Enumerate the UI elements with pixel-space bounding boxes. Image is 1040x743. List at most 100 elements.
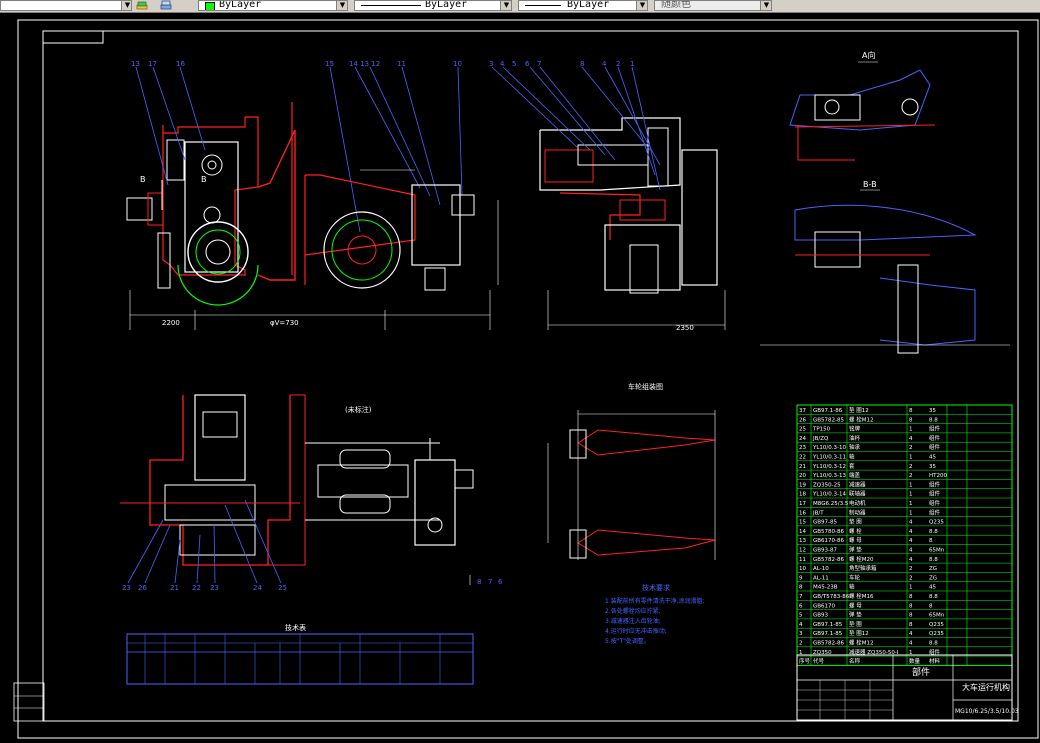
parts-list-cell: 车轮 — [849, 573, 861, 581]
lineweight-preview — [525, 5, 561, 6]
chevron-down-icon[interactable]: ▼ — [500, 1, 511, 10]
parts-list-cell: GB97.1-85 — [813, 631, 843, 637]
parts-list-cell: 螺 母 — [849, 536, 862, 544]
parts-list-cell: 35 — [929, 464, 936, 470]
parts-list-cell: 9 — [799, 575, 803, 581]
parts-list-cell: 组件 — [929, 499, 941, 507]
parts-list-cell: 制动器 — [849, 508, 866, 516]
color-value: ByLayer — [219, 0, 262, 10]
parts-list-cell: 1 — [909, 482, 913, 488]
color-control[interactable]: ByLayer ▼ — [198, 0, 348, 11]
parts-list-cell: 24 — [799, 436, 806, 442]
layers-icon[interactable] — [136, 0, 148, 10]
parts-list-cell: GB5782-86 — [813, 641, 845, 647]
parts-list-cell: 电动机 — [849, 499, 866, 507]
svg-text:23: 23 — [122, 584, 131, 592]
parts-list-cell: M8G6.25/3.5 — [813, 501, 849, 507]
parts-list-cell: 2 — [909, 445, 913, 451]
parts-list-cell: Q235 — [929, 622, 944, 628]
parts-list-cell: 20 — [799, 473, 806, 479]
parts-list-cell: TP150 — [812, 427, 831, 433]
svg-text:4: 4 — [500, 60, 505, 68]
parts-list-cell: 联轴器 — [849, 490, 866, 498]
parts-list-cell: 13 — [799, 538, 806, 544]
parts-list-cell: 弹 垫 — [849, 546, 862, 554]
linetype-value: ByLayer — [425, 0, 468, 10]
notes-heading: 技术要求 — [642, 583, 670, 592]
chevron-down-icon[interactable]: ▼ — [336, 1, 347, 10]
parts-list-cell: 角型轴承箱 — [849, 564, 877, 572]
parts-list-cell: AL-11 — [813, 575, 829, 581]
chevron-down-icon[interactable]: ▼ — [636, 1, 647, 10]
parts-list-cell: 4 — [799, 622, 803, 628]
svg-text:1: 1 — [630, 60, 634, 68]
linetype-control[interactable]: ByLayer ▼ — [354, 0, 512, 11]
title-block-title: 大车运行机构 — [962, 682, 1010, 692]
view-a-label: A向 — [862, 50, 875, 60]
parts-list-cell: 1 — [909, 455, 913, 461]
parts-list-cell: 8 — [909, 417, 913, 423]
parts-list-cell: GB/T5783-86 — [813, 594, 850, 600]
tech-table: 技术表 — [126, 623, 474, 685]
chevron-down-icon[interactable]: ▼ — [760, 1, 771, 10]
dim-right-text: 2350 — [676, 324, 694, 332]
note-3: 3.减速器注入齿轮油; — [605, 617, 661, 625]
parts-list-cell: 组件 — [929, 490, 941, 498]
parts-list-cell: 10 — [799, 566, 806, 572]
parts-list-cell: 2 — [909, 473, 913, 479]
parts-list-cell: 垫 圈12 — [849, 629, 869, 637]
parts-list-cell: 4 — [909, 520, 913, 526]
parts-list-cell: 18 — [799, 492, 806, 498]
parts-list-cell: GB93 — [813, 613, 829, 619]
svg-text:14 13 12: 14 13 12 — [349, 60, 380, 68]
parts-list-cell: 8 — [929, 603, 933, 609]
parts-list-cell: 15 — [799, 520, 806, 526]
parts-list-cell: 8 — [799, 585, 803, 591]
note-4: 4.运行时应无冲击振动; — [605, 627, 667, 635]
parts-list-cell: 油杯 — [849, 434, 861, 442]
parts-list-cell: 轴 — [849, 583, 855, 591]
drawing-svg: 2200 φV=730 B B 13 17 16 15 14 13 12 11 10 — [13, 19, 1039, 739]
parts-list-cell: 垫 圈 — [849, 518, 862, 526]
chevron-down-icon[interactable]: ▼ — [121, 1, 131, 10]
parts-list-cell: JB/ZQ — [812, 436, 829, 442]
parts-list-cell: 4 — [909, 641, 913, 647]
dim-left-text: 2200 — [162, 319, 180, 327]
parts-list-cell: 铭牌 — [849, 425, 861, 433]
parts-list-cell: 5 — [799, 613, 803, 619]
tech-table-heading: 技术表 — [285, 623, 306, 632]
parts-list-cell: 组件 — [929, 508, 941, 516]
color-swatch — [205, 2, 215, 10]
parts-list-cell: YL10/0.3-10 — [812, 445, 847, 451]
parts-list-header-cell: 名称 — [849, 657, 861, 665]
title-block-name: 部件 — [912, 666, 930, 678]
linetype-preview — [361, 5, 421, 6]
parts-list-cell: 8 — [909, 603, 913, 609]
layer-states-icon[interactable] — [160, 0, 172, 10]
parts-list-cell: 4 — [909, 538, 913, 544]
parts-list-cell: 45 — [929, 585, 936, 591]
parts-list-cell: 轴 — [849, 453, 855, 461]
parts-list-cell: 弹 垫 — [849, 611, 862, 619]
parts-list-cell: 8.8 — [929, 641, 938, 647]
section-mark-b1: B — [140, 175, 146, 184]
parts-list-cell: 端盖 — [849, 471, 861, 479]
parts-list-cell: 16 — [799, 510, 806, 516]
parts-list-cell: 4 — [909, 631, 913, 637]
parts-list-cell: 垫 圈12 — [849, 406, 869, 414]
parts-list-cell: 26 — [799, 417, 806, 423]
drawing-canvas[interactable]: 2200 φV=730 B B 13 17 16 15 14 13 12 11 10 — [0, 13, 1040, 739]
plotstyle-control[interactable]: 随颜色 ▼ — [654, 0, 772, 11]
plan-view-label: (未标注) — [345, 405, 372, 414]
lineweight-control[interactable]: ByLayer ▼ — [518, 0, 648, 11]
parts-list-cell: 21 — [799, 464, 806, 470]
parts-list-cell: 1 — [909, 510, 913, 516]
parts-list-cell: ZG — [929, 566, 937, 572]
drawing-number: MG10/6.25/3.5/10.03 — [955, 708, 1019, 715]
parts-list-cell: 1 — [909, 585, 913, 591]
note-1: 1.装配前所有零件清洗干净,涂润滑脂; — [605, 597, 705, 605]
lineweight-value: ByLayer — [567, 0, 610, 10]
layer-dropdown[interactable]: ▼ — [0, 0, 132, 11]
wheel-detail-label: 车轮组装图 — [628, 382, 663, 391]
parts-list-cell: 8.8 — [929, 594, 938, 600]
